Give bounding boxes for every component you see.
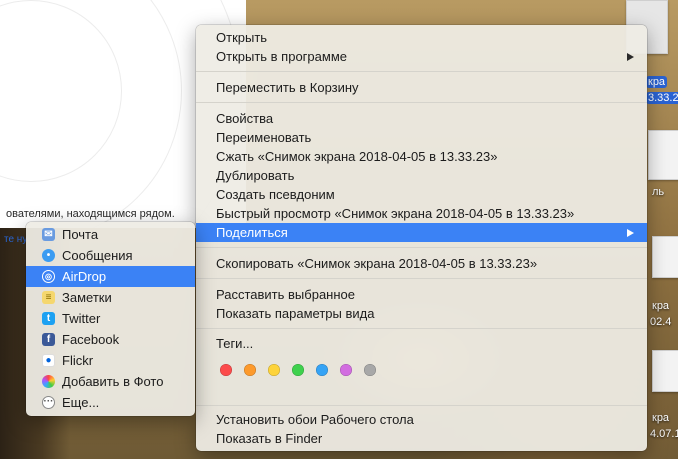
- desktop-file-icon[interactable]: [652, 350, 678, 392]
- menu-item-properties[interactable]: Свойства: [196, 109, 647, 128]
- menu-item-arrange[interactable]: Расставить выбранное: [196, 285, 647, 304]
- share-item-twitter[interactable]: t Twitter: [26, 308, 195, 329]
- menu-item-view-options[interactable]: Показать параметры вида: [196, 304, 647, 323]
- menu-item-label: Открыть в программе: [216, 49, 347, 64]
- share-item-label: AirDrop: [62, 269, 107, 284]
- share-item-photos[interactable]: Добавить в Фото: [26, 371, 195, 392]
- tag-purple-icon[interactable]: [340, 364, 352, 376]
- share-item-label: Еще...: [62, 395, 100, 410]
- desktop-file-label[interactable]: кра: [652, 412, 669, 424]
- tag-gray-icon[interactable]: [364, 364, 376, 376]
- share-item-notes[interactable]: ≡ Заметки: [26, 287, 195, 308]
- share-item-label: Заметки: [62, 290, 112, 305]
- menu-item-label: Поделиться: [216, 225, 288, 240]
- photos-icon: [42, 375, 55, 388]
- share-item-mail[interactable]: ✉ Почта: [26, 224, 195, 245]
- menu-item-move-to-trash[interactable]: Переместить в Корзину: [196, 78, 647, 97]
- submenu-arrow-icon: [627, 229, 634, 237]
- share-item-facebook[interactable]: f Facebook: [26, 329, 195, 350]
- menu-item-tags[interactable]: Теги...: [196, 334, 647, 353]
- facebook-icon: f: [42, 333, 55, 346]
- more-icon: ···: [42, 396, 55, 409]
- menu-item-quick-look[interactable]: Быстрый просмотр «Снимок экрана 2018-04-…: [196, 204, 647, 223]
- menu-item-rename[interactable]: Переименовать: [196, 128, 647, 147]
- flickr-icon: ●: [42, 354, 55, 367]
- desktop-file-label[interactable]: 4.07.1: [650, 428, 678, 440]
- menu-item-compress[interactable]: Сжать «Снимок экрана 2018-04-05 в 13.33.…: [196, 147, 647, 166]
- menu-separator: [196, 328, 647, 329]
- twitter-icon: t: [42, 312, 55, 325]
- share-item-label: Twitter: [62, 311, 101, 326]
- menu-item-open[interactable]: Открыть: [196, 28, 647, 47]
- menu-item-make-alias[interactable]: Создать псевдоним: [196, 185, 647, 204]
- menu-separator: [196, 405, 647, 406]
- menu-separator: [196, 102, 647, 103]
- menu-item-share[interactable]: Поделиться: [196, 223, 647, 242]
- share-item-label: Добавить в Фото: [62, 374, 164, 389]
- menu-item-copy[interactable]: Скопировать «Снимок экрана 2018-04-05 в …: [196, 254, 647, 273]
- share-item-flickr[interactable]: ● Flickr: [26, 350, 195, 371]
- share-item-label: Facebook: [62, 332, 120, 347]
- share-item-messages[interactable]: • Сообщения: [26, 245, 195, 266]
- airdrop-visibility-text: ователями, находящимся рядом.: [6, 208, 175, 220]
- menu-item-show-in-finder[interactable]: Показать в Finder: [196, 429, 647, 448]
- menu-separator: [196, 247, 647, 248]
- submenu-arrow-icon: [627, 53, 634, 61]
- share-item-label: Flickr: [62, 353, 94, 368]
- desktop-file-label[interactable]: кра: [646, 76, 668, 88]
- messages-icon: •: [42, 249, 55, 262]
- menu-item-set-wallpaper[interactable]: Установить обои Рабочего стола: [196, 410, 647, 429]
- mail-icon: ✉: [42, 228, 55, 241]
- tag-green-icon[interactable]: [292, 364, 304, 376]
- notes-icon: ≡: [42, 291, 55, 304]
- desktop-file-icon[interactable]: [648, 130, 678, 180]
- desktop-file-label[interactable]: 3.33.2: [646, 92, 678, 104]
- menu-item-open-with[interactable]: Открыть в программе: [196, 47, 647, 66]
- tag-orange-icon[interactable]: [244, 364, 256, 376]
- tag-blue-icon[interactable]: [316, 364, 328, 376]
- desktop-file-label[interactable]: кра: [652, 300, 669, 312]
- airdrop-icon: ◎: [42, 270, 55, 283]
- menu-separator: [196, 278, 647, 279]
- context-menu: Открыть Открыть в программе Переместить …: [196, 25, 647, 451]
- desktop-file-icon[interactable]: [652, 236, 678, 278]
- desktop-file-label[interactable]: ль: [652, 186, 664, 198]
- airdrop-help-link[interactable]: те ну: [4, 234, 27, 245]
- desktop-file-label[interactable]: 02.4: [650, 316, 671, 328]
- menu-item-duplicate[interactable]: Дублировать: [196, 166, 647, 185]
- share-item-more[interactable]: ··· Еще...: [26, 392, 195, 413]
- share-submenu: ✉ Почта • Сообщения ◎ AirDrop ≡ Заметки …: [26, 222, 195, 416]
- share-item-airdrop[interactable]: ◎ AirDrop: [26, 266, 195, 287]
- tag-red-icon[interactable]: [220, 364, 232, 376]
- share-item-label: Сообщения: [62, 248, 133, 263]
- menu-separator: [196, 71, 647, 72]
- tag-yellow-icon[interactable]: [268, 364, 280, 376]
- share-item-label: Почта: [62, 227, 99, 242]
